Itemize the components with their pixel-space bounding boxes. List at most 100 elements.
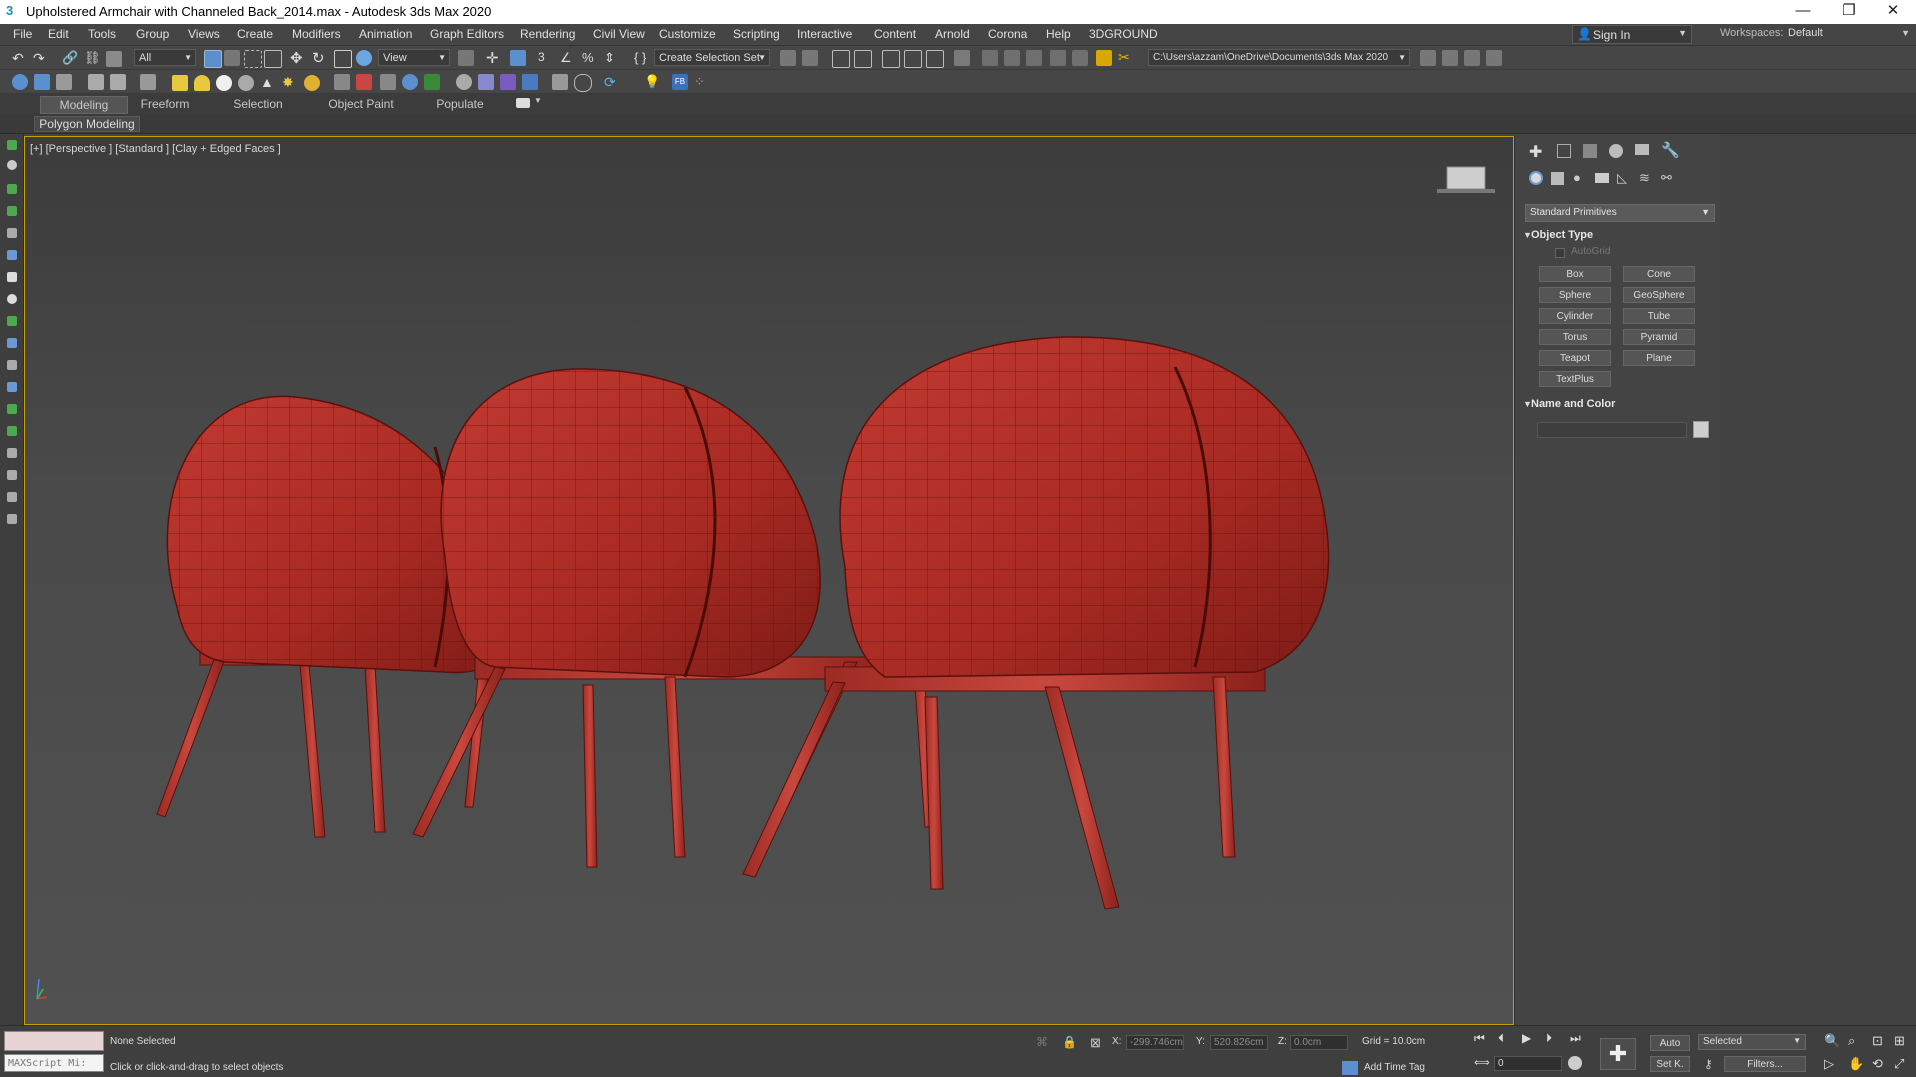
sun-icon[interactable]: ✸	[282, 74, 298, 90]
angle-snap-icon[interactable]: ∠	[560, 50, 576, 66]
menu-arnold[interactable]: Arnold	[935, 27, 970, 41]
menu-edit[interactable]: Edit	[48, 27, 69, 41]
box-button[interactable]: Box	[1539, 266, 1611, 282]
name-and-color-title[interactable]: Name and Color	[1531, 398, 1615, 410]
hide-icon[interactable]	[7, 338, 17, 348]
converter-icon[interactable]	[552, 74, 568, 90]
plant-icon[interactable]	[424, 74, 440, 90]
zoom-extents-all-icon[interactable]: ⊞	[1894, 1033, 1905, 1049]
key-icon[interactable]: ⚷	[1704, 1057, 1713, 1071]
align-icon[interactable]	[802, 50, 818, 66]
autogrid-checkbox[interactable]	[1555, 248, 1565, 258]
scene-icon[interactable]	[34, 74, 50, 90]
tube-button[interactable]: Tube	[1623, 308, 1695, 324]
isolate-selection-icon[interactable]: ⌘	[1036, 1035, 1048, 1049]
percent-snap-icon[interactable]: %	[582, 50, 598, 66]
set-key-mode-button[interactable]: Set K.	[1650, 1056, 1690, 1072]
systems-icon[interactable]: ⚯	[1661, 170, 1672, 186]
ribbon-options-icon[interactable]	[516, 98, 530, 108]
chevron-down-icon[interactable]: ▼	[534, 96, 542, 105]
sort-icon[interactable]	[7, 492, 17, 502]
field-of-view-icon[interactable]: ▷	[1824, 1056, 1834, 1072]
menu-tools[interactable]: Tools	[88, 27, 116, 41]
keyboard-shortcut-override-icon[interactable]	[510, 50, 526, 66]
geometry-icon[interactable]	[1529, 171, 1543, 185]
layout-icon[interactable]	[7, 140, 17, 150]
lock-icon[interactable]: 🔒	[1062, 1035, 1077, 1049]
play-icon[interactable]: ▶	[1522, 1031, 1531, 1045]
edit-named-selection-icon[interactable]: { }	[634, 50, 650, 66]
light-icon[interactable]	[7, 470, 17, 480]
menu-create[interactable]: Create	[237, 27, 273, 41]
maxscript-listener-output[interactable]	[4, 1031, 104, 1051]
utilities-tab-icon[interactable]: 🔧	[1661, 141, 1680, 159]
torus-button[interactable]: Torus	[1539, 329, 1611, 345]
modify-tab-icon[interactable]	[1557, 144, 1571, 158]
sphere-icon[interactable]	[216, 75, 232, 91]
save-icon[interactable]	[56, 74, 72, 90]
next-frame-icon[interactable]: ⏵	[1546, 1031, 1552, 1046]
shapes-icon[interactable]	[1551, 172, 1564, 185]
layer-explorer-icon[interactable]	[854, 50, 872, 68]
menu-help[interactable]: Help	[1046, 27, 1071, 41]
key-filter-dropdown[interactable]: Selected ▼	[1698, 1034, 1806, 1050]
refresh-icon[interactable]: ⟳	[604, 74, 620, 90]
redo-icon[interactable]: ↷	[33, 50, 49, 66]
scale-icon[interactable]	[334, 50, 352, 68]
z-coordinate-field[interactable]: 0.0cm	[1290, 1035, 1348, 1050]
scatter-icon[interactable]	[140, 74, 156, 90]
bulb-icon[interactable]: 💡	[644, 74, 660, 90]
display-icon[interactable]	[7, 228, 17, 238]
camera-icon[interactable]	[7, 448, 17, 458]
zoom-extents-icon[interactable]: ⊡	[1872, 1033, 1883, 1049]
menu-animation[interactable]: Animation	[359, 27, 412, 41]
workspace-dropdown[interactable]: Default ▼	[1784, 26, 1912, 44]
filters-button[interactable]: Filters...	[1724, 1056, 1806, 1072]
freeze-icon[interactable]	[7, 316, 17, 326]
zoom-icon[interactable]: 🔍	[1824, 1033, 1840, 1049]
textplus-button[interactable]: TextPlus	[1539, 371, 1611, 387]
motion-tab-icon[interactable]	[1609, 144, 1623, 158]
menu-views[interactable]: Views	[188, 27, 220, 41]
cone-light-icon[interactable]: ▲	[260, 74, 276, 90]
hierarchy-icon[interactable]	[7, 250, 17, 260]
maximize-viewport-icon[interactable]: ⤢	[1894, 1056, 1904, 1072]
rendered-frame-window-icon[interactable]	[1004, 50, 1020, 66]
menu-group[interactable]: Group	[136, 27, 169, 41]
bind-space-warp-icon[interactable]	[106, 51, 122, 67]
grid-objects-icon[interactable]	[478, 74, 494, 90]
menu-customize[interactable]: Customize	[659, 27, 716, 41]
previous-frame-icon[interactable]: ⏴	[1498, 1031, 1504, 1046]
sign-in-button[interactable]: 👤 Sign In ▼	[1572, 25, 1692, 44]
primitive-category-dropdown[interactable]: Standard Primitives ▼	[1525, 204, 1715, 222]
maximize-button[interactable]: ❐	[1826, 0, 1872, 24]
light-icon[interactable]	[238, 75, 254, 91]
material-sphere-icon[interactable]	[456, 74, 472, 90]
auto-key-button[interactable]: Auto	[1650, 1035, 1690, 1051]
layer-icon[interactable]	[7, 382, 17, 392]
orbit-icon[interactable]: ⟲	[1872, 1056, 1883, 1072]
decal-icon[interactable]	[356, 74, 372, 90]
spinner-snap-icon[interactable]: ⇕	[604, 50, 620, 66]
toggle-ribbon-icon[interactable]	[882, 50, 900, 68]
pan-hand-icon[interactable]: ✋	[1848, 1056, 1864, 1072]
selection-filter-dropdown[interactable]: All ▼	[134, 49, 196, 66]
project-folder-dropdown[interactable]: C:\Users\azzam\OneDrive\Documents\3ds Ma…	[1148, 49, 1410, 66]
tab-modeling[interactable]: Modeling	[40, 96, 128, 114]
help-circle-icon[interactable]	[574, 74, 592, 92]
menu-graph-editors[interactable]: Graph Editors	[430, 27, 504, 41]
rotate-icon[interactable]: ↻	[312, 49, 328, 67]
menu-rendering[interactable]: Rendering	[520, 27, 575, 41]
key-mode-icon[interactable]: ⟺	[1474, 1056, 1490, 1069]
pivot-center-icon[interactable]	[458, 50, 474, 66]
render-production-icon[interactable]	[1026, 50, 1042, 66]
lights-icon[interactable]: ●	[1573, 170, 1581, 185]
corona-render-icon[interactable]	[1096, 50, 1112, 66]
more-icon[interactable]	[7, 514, 17, 524]
named-selection-set-dropdown[interactable]: Create Selection Set ▼	[654, 49, 770, 66]
render-setup-icon[interactable]	[982, 50, 998, 66]
display-tab-icon[interactable]	[1635, 144, 1649, 155]
tab-populate[interactable]: Populate	[424, 96, 496, 112]
box-prim-icon[interactable]	[172, 75, 188, 91]
window-crossing-icon[interactable]	[264, 50, 282, 68]
